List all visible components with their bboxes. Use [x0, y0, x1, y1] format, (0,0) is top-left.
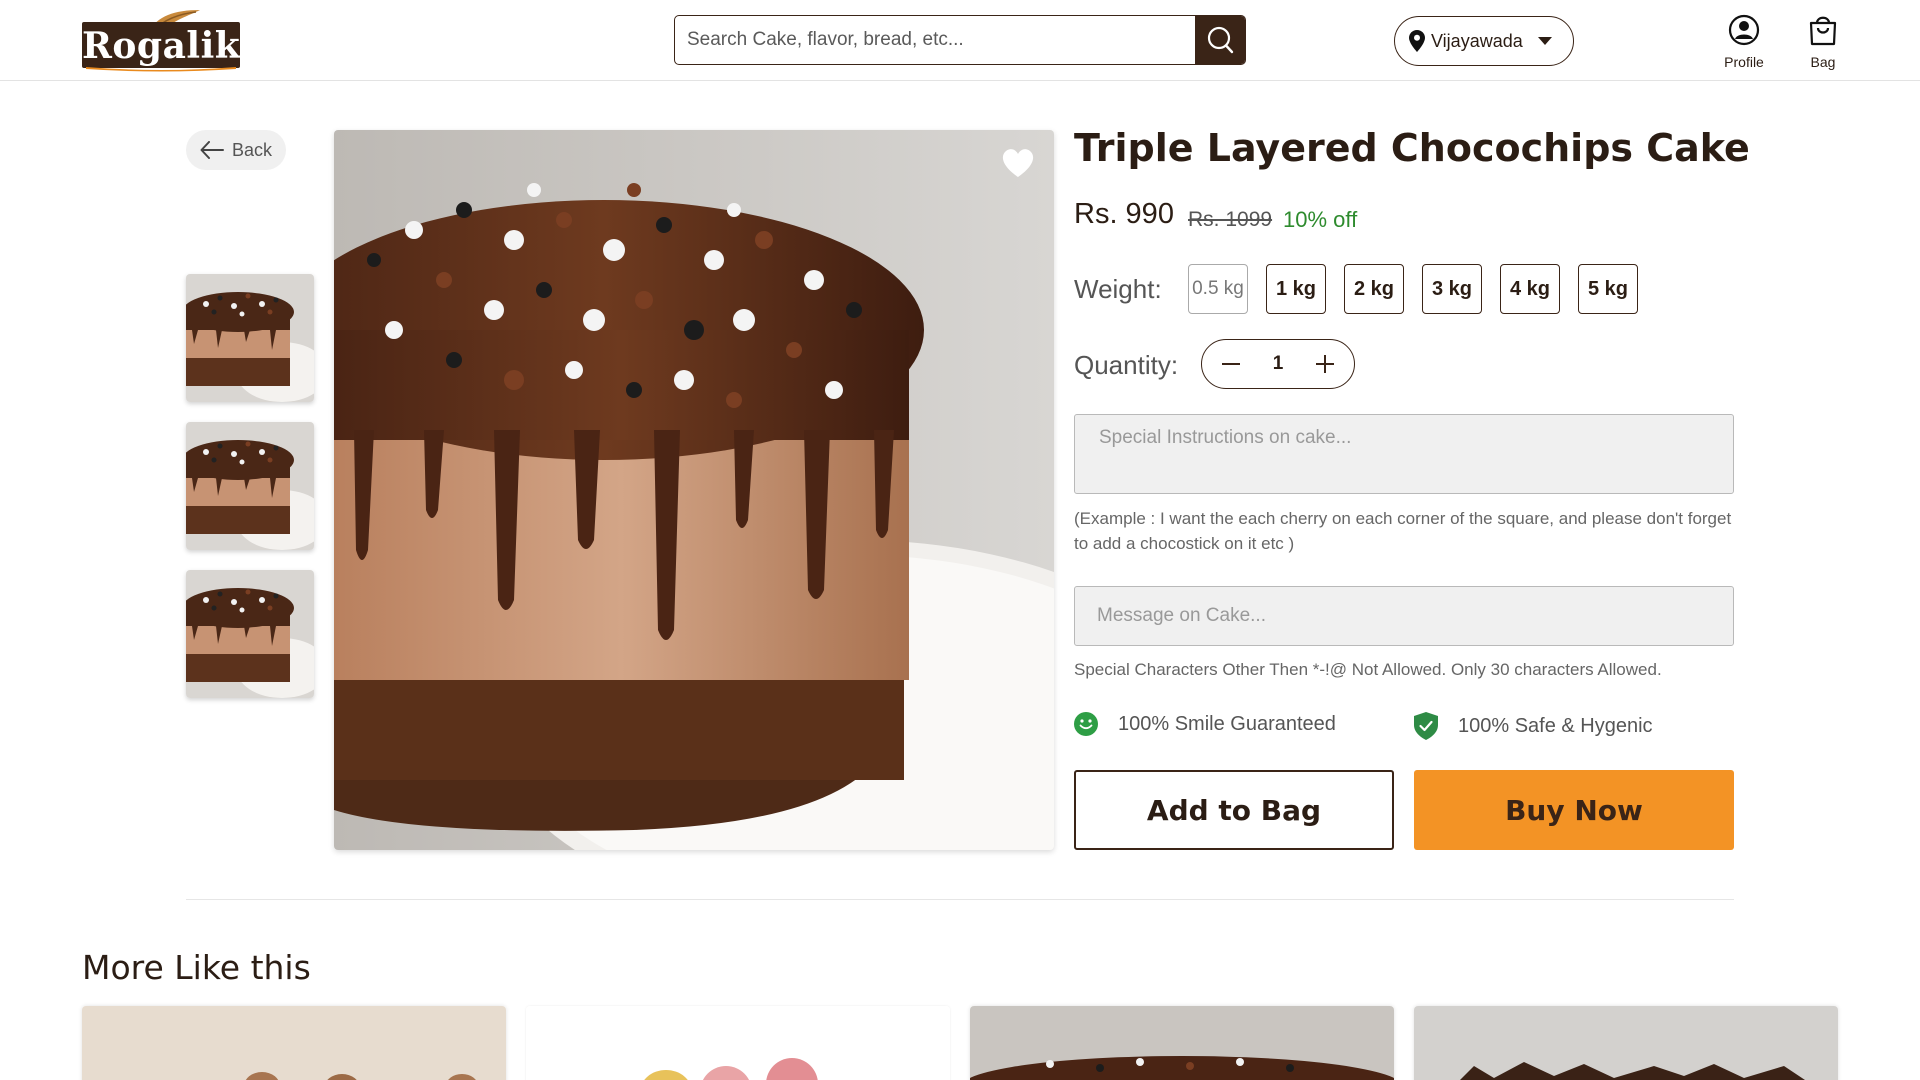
- weight-option-3kg[interactable]: 3 kg: [1422, 264, 1482, 314]
- cake-image: [186, 570, 314, 698]
- instructions-example-text: (Example : I want the each cherry on eac…: [1074, 509, 1732, 553]
- search-input[interactable]: [675, 16, 1198, 63]
- search-icon: [1207, 26, 1234, 54]
- weight-option-4kg[interactable]: 4 kg: [1500, 264, 1560, 314]
- recommendation-card-4[interactable]: [1414, 1006, 1838, 1080]
- cake-image: [334, 130, 1054, 850]
- cake-image: [186, 422, 314, 550]
- minus-icon: [1222, 362, 1240, 365]
- product-thumbnail-3[interactable]: [186, 570, 314, 698]
- special-instructions-input[interactable]: [1074, 414, 1734, 494]
- profile-label: Profile: [1724, 54, 1764, 70]
- weight-option-2kg[interactable]: 2 kg: [1344, 264, 1404, 314]
- location-pin-icon: [1409, 30, 1425, 52]
- cake-message-input[interactable]: [1074, 586, 1734, 646]
- quantity-stepper: 1: [1201, 339, 1355, 389]
- arrow-left-icon: [200, 141, 224, 159]
- recommendation-image: [1414, 1006, 1838, 1080]
- profile-icon: [1728, 14, 1760, 46]
- recommendation-image: [526, 1006, 950, 1080]
- more-like-this-title: More Like this: [82, 948, 311, 987]
- safe-hygenic-label: 100% Safe & Hygenic: [1458, 714, 1653, 737]
- quantity-decrease-button[interactable]: [1206, 340, 1256, 387]
- recommendation-card-2[interactable]: [526, 1006, 950, 1080]
- product-title: Triple Layered Chocochips Cake: [1074, 126, 1750, 170]
- logo-underline: [86, 67, 236, 72]
- buy-now-button[interactable]: Buy Now: [1414, 770, 1734, 850]
- product-thumbnail-1[interactable]: [186, 274, 314, 402]
- message-note: Special Characters Other Then *-!@ Not A…: [1074, 660, 1662, 679]
- logo-text: Rogalik: [82, 25, 241, 67]
- bag-button[interactable]: Bag: [1793, 14, 1853, 74]
- smile-guarantee-label: 100% Smile Guaranteed: [1118, 712, 1336, 735]
- weight-option-0-5kg[interactable]: 0.5 kg: [1188, 264, 1248, 314]
- section-divider: [186, 899, 1734, 900]
- recommendation-image: [82, 1006, 506, 1080]
- back-button[interactable]: Back: [186, 130, 286, 170]
- product-main-image: [334, 130, 1054, 850]
- quantity-value: 1: [1272, 353, 1284, 374]
- cake-image: [186, 274, 314, 402]
- quantity-increase-button[interactable]: [1300, 340, 1350, 387]
- search-bar: [674, 15, 1246, 65]
- shield-check-icon: [1414, 712, 1438, 740]
- product-thumbnail-2[interactable]: [186, 422, 314, 550]
- bag-icon: [1809, 16, 1837, 46]
- chevron-down-icon: [1538, 37, 1552, 45]
- smile-guarantee: 100% Smile Guaranteed: [1074, 712, 1336, 736]
- recommendation-image: [970, 1006, 1394, 1080]
- product-price: Rs. 990: [1074, 198, 1174, 230]
- heart-icon[interactable]: [998, 142, 1038, 182]
- plus-icon: [1316, 354, 1334, 373]
- location-label: Vijayawada: [1431, 30, 1523, 51]
- weight-option-1kg[interactable]: 1 kg: [1266, 264, 1326, 314]
- safe-hygenic-guarantee: 100% Safe & Hygenic: [1414, 712, 1653, 740]
- recommendation-card-1[interactable]: [82, 1006, 506, 1080]
- bag-label: Bag: [1810, 54, 1836, 70]
- weight-label: Weight:: [1074, 274, 1162, 304]
- product-old-price: Rs. 1099: [1188, 208, 1273, 231]
- back-label: Back: [232, 139, 273, 160]
- add-to-bag-button[interactable]: Add to Bag: [1074, 770, 1394, 850]
- smile-icon: [1074, 712, 1098, 736]
- header: Rogalik Vijayawada Profile: [0, 0, 1920, 81]
- logo[interactable]: Rogalik: [82, 8, 240, 72]
- discount-badge: 10% off: [1283, 207, 1358, 232]
- search-button[interactable]: [1195, 16, 1245, 64]
- quantity-label: Quantity:: [1074, 350, 1179, 380]
- recommendation-card-3[interactable]: [970, 1006, 1394, 1080]
- profile-button[interactable]: Profile: [1714, 14, 1774, 74]
- weight-option-5kg[interactable]: 5 kg: [1578, 264, 1638, 314]
- location-selector[interactable]: Vijayawada: [1394, 16, 1574, 66]
